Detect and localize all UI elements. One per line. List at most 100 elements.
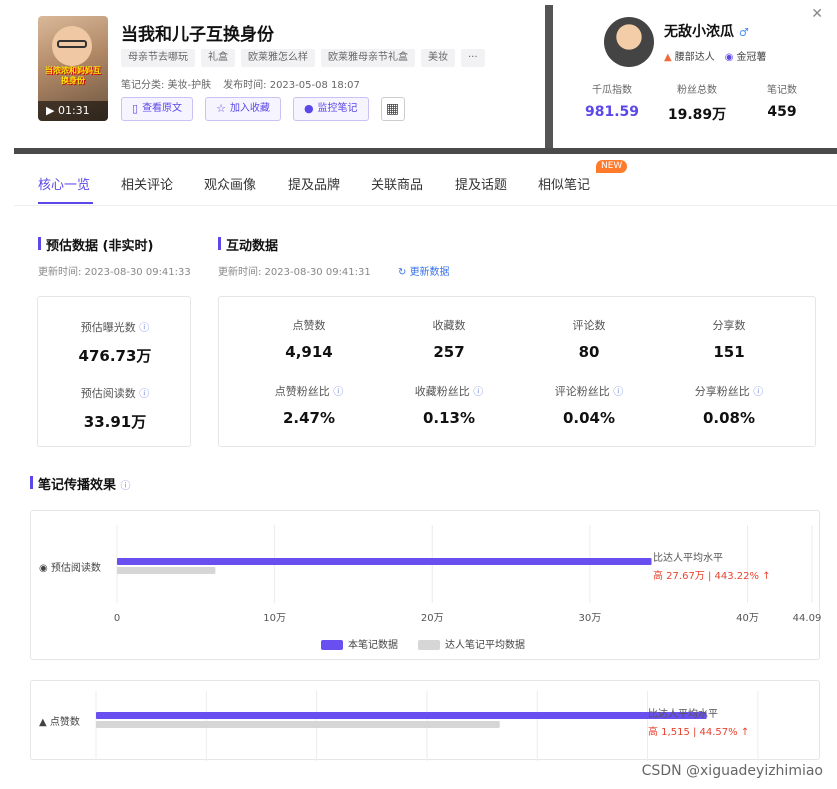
play-icon: ▶ xyxy=(46,104,58,117)
add-favorite-label: 加入收藏 xyxy=(229,103,270,114)
stat-followers: 粉丝总数 19.89万 xyxy=(657,81,737,124)
monitor-note-label: 监控笔记 xyxy=(317,103,358,114)
stat-label: 笔记数 xyxy=(767,85,797,96)
stat-value: 981.59 xyxy=(584,104,640,120)
header-bottom-border xyxy=(14,148,837,154)
note-thumbnail[interactable]: 当浓浓和妈妈互换身份 ▶ 01:31 xyxy=(38,16,108,121)
bar-this-note xyxy=(117,558,652,565)
metric-value: 0.04% xyxy=(562,409,616,427)
note-actions: ▯ 查看原文 ☆ 加入收藏 ● 监控笔记 ▦ xyxy=(121,97,405,121)
estimate-exposure: 预估曝光数 ⓘ 476.73万 xyxy=(38,319,192,366)
view-original-button[interactable]: ▯ 查看原文 xyxy=(121,97,194,121)
metric-value: 0.08% xyxy=(702,409,756,427)
interaction-updated-time: 更新时间: 2023-08-30 09:41:31 xyxy=(218,267,371,278)
stat-qiangua-index: 千瓜指数 981.59 xyxy=(572,81,652,124)
publish-time: 发布时间: 2023-05-08 18:07 xyxy=(223,80,360,91)
x-tick-label: 0 xyxy=(114,613,120,624)
qr-code-icon[interactable]: ▦ xyxy=(380,97,405,121)
new-badge: NEW xyxy=(596,160,628,173)
more-tags-button[interactable]: ··· xyxy=(461,49,485,67)
author-name[interactable]: 无敌小浓瓜 ♂ xyxy=(664,21,749,41)
metric-label: 收藏数 xyxy=(432,319,466,332)
bar-average xyxy=(117,567,216,574)
x-tick-label: 44.09万 xyxy=(793,613,821,624)
tag-item[interactable]: 美妆 xyxy=(421,49,455,67)
legend-swatch xyxy=(418,640,440,650)
crown-badge-text: 金冠薯 xyxy=(736,52,767,63)
legend-text: 达人笔记平均数据 xyxy=(445,640,525,651)
tag-item[interactable]: 礼盒 xyxy=(201,49,235,67)
legend-average[interactable]: 达人笔记平均数据 xyxy=(418,636,525,651)
reads-compare-value: 高 27.67万 | 443.22% ↑ xyxy=(653,571,771,582)
author-card: 无敌小浓瓜 ♂ ✕ ▲ 腰部达人 ◉ 金冠薯 千瓜指数 981.59 粉丝总数 19… xyxy=(554,0,837,150)
metric-like-fan-ratio: 点赞粉丝比 ⓘ 2.47% xyxy=(239,383,379,427)
tab-bar: 核心一览 相关评论 观众画像 提及品牌 关联商品 提及话题 相似笔记 NEW xyxy=(14,160,837,206)
interaction-card: 点赞数 4,914 收藏数 257 评论数 80 分享数 151 点赞粉丝比 ⓘ… xyxy=(218,296,816,447)
legend-text: 本笔记数据 xyxy=(348,640,398,651)
metric-likes: 点赞数 4,914 xyxy=(239,317,379,361)
header-divider xyxy=(545,5,553,150)
tag-item[interactable]: 母亲节去哪玩 xyxy=(121,49,195,67)
add-favorite-button[interactable]: ☆ 加入收藏 xyxy=(205,97,281,121)
help-icon[interactable]: ⓘ xyxy=(473,387,483,398)
reads-chart: 0 10万 20万 30万 40万 44.09万 ◉ 预估阅读数 比达人平均水平 高 27… xyxy=(30,510,821,660)
chart-legend: 本笔记数据 达人笔记平均数据 xyxy=(321,636,525,651)
reads-value: 33.91万 xyxy=(83,413,147,431)
legend-swatch xyxy=(321,640,343,650)
estimate-updated-time: 更新时间: 2023-08-30 09:41:33 xyxy=(38,267,191,278)
stat-label: 粉丝总数 xyxy=(677,85,717,96)
metric-label: 分享粉丝比 xyxy=(694,385,750,398)
bar-average xyxy=(96,721,500,728)
tier-badge-text: 腰部达人 xyxy=(674,52,715,63)
x-tick-label: 30万 xyxy=(579,613,602,624)
crown-badge: ◉ 金冠薯 xyxy=(725,48,767,63)
reads-row-label: ◉ 预估阅读数 xyxy=(39,559,101,574)
reads-label: 预估阅读数 xyxy=(80,387,136,400)
tag-item[interactable]: 欧莱雅怎么样 xyxy=(241,49,315,67)
exposure-label: 预估曝光数 xyxy=(80,321,136,334)
tab-similar-notes[interactable]: 相似笔记 xyxy=(538,174,590,193)
metric-favorite-fan-ratio: 收藏粉丝比 ⓘ 0.13% xyxy=(379,383,519,427)
legend-this-note[interactable]: 本笔记数据 xyxy=(321,636,398,651)
medal-icon: ◉ xyxy=(724,52,734,63)
tab-mentioned-topics[interactable]: 提及话题 xyxy=(455,174,507,193)
help-icon[interactable]: ⓘ xyxy=(139,323,149,334)
tab-core-overview[interactable]: 核心一览 xyxy=(38,174,90,193)
tab-related-comments[interactable]: 相关评论 xyxy=(121,174,173,193)
tab-related-products[interactable]: 关联商品 xyxy=(371,174,423,193)
tag-item[interactable]: 欧莱雅母亲节礼盒 xyxy=(321,49,415,67)
metric-comments: 评论数 80 xyxy=(519,317,659,361)
view-original-label: 查看原文 xyxy=(142,103,183,114)
help-icon[interactable]: ⓘ xyxy=(139,389,149,400)
person-icon: ▲ xyxy=(664,52,672,63)
metric-value: 2.47% xyxy=(282,409,336,427)
metric-shares: 分享数 151 xyxy=(659,317,799,361)
stat-value: 19.89万 xyxy=(667,107,727,123)
refresh-data-link[interactable]: ↻ 更新数据 xyxy=(398,263,450,278)
author-stats: 千瓜指数 981.59 粉丝总数 19.89万 笔记数 459 xyxy=(572,81,822,124)
metric-value: 151 xyxy=(713,343,745,361)
estimate-reads: 预估阅读数 ⓘ 33.91万 xyxy=(38,385,192,432)
x-tick-label: 40万 xyxy=(736,613,759,624)
thumbs-up-icon: ▲ xyxy=(39,717,50,728)
monitor-note-button[interactable]: ● 监控笔记 xyxy=(292,97,369,121)
metric-label: 收藏粉丝比 xyxy=(414,385,470,398)
metric-label: 分享数 xyxy=(712,319,746,332)
metric-favorites: 收藏数 257 xyxy=(379,317,519,361)
author-avatar[interactable] xyxy=(604,17,654,67)
exposure-value: 476.73万 xyxy=(78,347,152,365)
tab-mentioned-brands[interactable]: 提及品牌 xyxy=(288,174,340,193)
close-icon[interactable]: ✕ xyxy=(811,6,823,22)
active-tab-indicator xyxy=(38,202,93,204)
tab-audience-profile[interactable]: 观众画像 xyxy=(204,174,256,193)
help-icon[interactable]: ⓘ xyxy=(333,387,343,398)
help-icon[interactable]: ⓘ xyxy=(613,387,623,398)
metric-value: 257 xyxy=(433,343,465,361)
spread-title-text: 笔记传播效果 xyxy=(38,478,117,493)
video-duration[interactable]: ▶ 01:31 xyxy=(38,101,108,121)
estimate-section-title: 预估数据 (非实时) xyxy=(38,235,153,254)
metric-comment-fan-ratio: 评论粉丝比 ⓘ 0.04% xyxy=(519,383,659,427)
estimate-card: 预估曝光数 ⓘ 476.73万 预估阅读数 ⓘ 33.91万 xyxy=(37,296,191,447)
help-icon[interactable]: ⓘ xyxy=(121,481,131,492)
help-icon[interactable]: ⓘ xyxy=(753,387,763,398)
